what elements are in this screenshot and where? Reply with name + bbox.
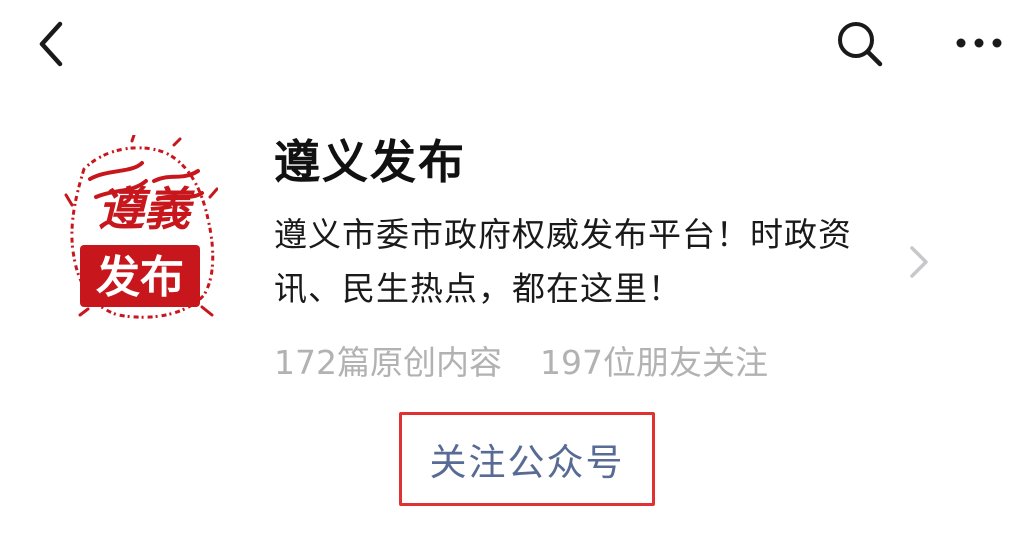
account-stats: 172篇原创内容 197位朋友关注 — [274, 336, 768, 384]
search-icon — [838, 22, 883, 67]
account-description: 遵义市委市政府权威发布平台！时政资讯、民生热点，都在这里！ — [274, 215, 852, 308]
original-label: 篇原创内容 — [337, 343, 502, 382]
more-horizontal-icon — [956, 38, 1002, 48]
followers-count: 197 — [540, 343, 603, 382]
follow-account-button[interactable]: 关注公众号 — [399, 412, 655, 506]
chevron-left-icon — [39, 21, 63, 67]
profile-detail-chevron — [906, 242, 932, 282]
search-button[interactable] — [834, 18, 886, 70]
zunyi-fabu-seal-logo: 遵義 发布 — [64, 133, 219, 319]
top-nav-bar — [0, 0, 1035, 90]
more-button[interactable] — [950, 28, 1008, 58]
logo-text-bottom: 发布 — [96, 252, 184, 303]
account-name: 遵义发布 — [274, 135, 466, 189]
chevron-right-icon — [910, 246, 928, 278]
account-avatar: 遵義 发布 — [62, 133, 219, 320]
account-profile-row[interactable]: 遵義 发布 遵义发布 遵义市委市政府权威发布平台！时政资讯、民生热点，都在这里！… — [0, 110, 1035, 390]
back-button[interactable] — [34, 20, 74, 68]
logo-text-top: 遵義 — [98, 182, 195, 236]
followers-label: 位朋友关注 — [603, 343, 768, 382]
original-count: 172 — [274, 343, 337, 382]
